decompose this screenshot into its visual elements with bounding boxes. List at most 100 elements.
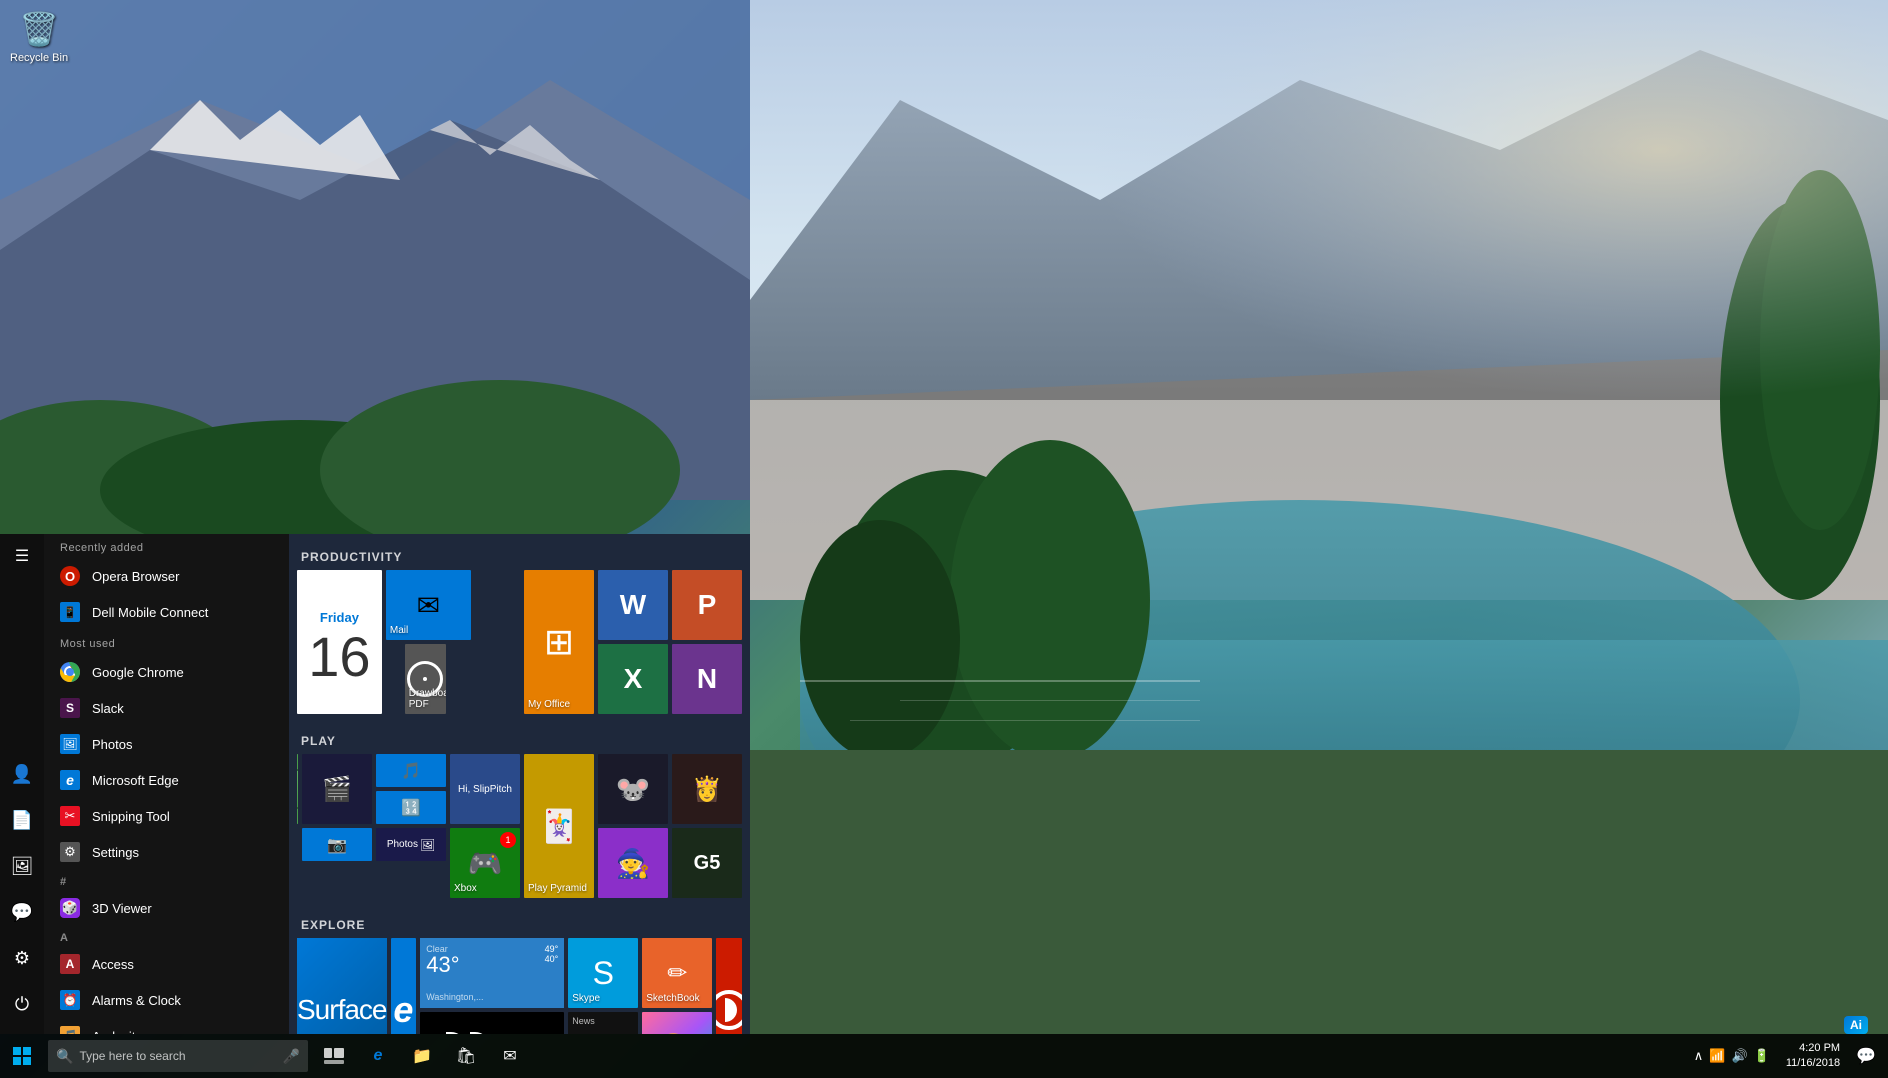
my-office-icon: ⊞: [524, 570, 594, 714]
bubble-witch-tile[interactable]: 🧙: [598, 828, 668, 898]
recently-added-dell[interactable]: 📱 Dell Mobile Connect: [44, 594, 289, 630]
edge-item[interactable]: e Microsoft Edge: [44, 762, 289, 798]
calculator-tile[interactable]: 🔢: [376, 791, 446, 824]
recycle-bin-icon[interactable]: 🗑️ Recycle Bin: [10, 10, 68, 64]
microphone-icon: 🎤: [283, 1048, 300, 1065]
network-icon[interactable]: 📶: [1709, 1048, 1725, 1064]
snipping-icon: ✂: [60, 806, 80, 826]
onenote-tile[interactable]: N: [672, 644, 742, 714]
play-pyramid-tile[interactable]: 🃏 Play Pyramid: [524, 754, 594, 898]
snipping-item[interactable]: ✂ Snipping Tool: [44, 798, 289, 834]
g5-bottom-tile[interactable]: G5: [672, 828, 742, 898]
photos-play-tile[interactable]: Photos 🖼: [376, 828, 446, 861]
mail-tile[interactable]: ✉ Mail: [386, 570, 471, 640]
taskbar-search[interactable]: 🔍 🎤: [48, 1040, 308, 1072]
play-section-label: Play: [297, 726, 742, 754]
groove-music-tile[interactable]: 🎵: [376, 754, 446, 787]
edge-taskbar-button[interactable]: e: [356, 1034, 400, 1078]
task-view-button[interactable]: [312, 1034, 356, 1078]
edge-explore-tile[interactable]: e Microsoft Edge: [391, 938, 417, 1034]
settings-sidebar-icon[interactable]: ⚙: [0, 936, 44, 980]
word-tile[interactable]: W: [598, 570, 668, 640]
hamburger-button[interactable]: ☰: [0, 534, 44, 578]
powerpoint-tile[interactable]: P: [672, 570, 742, 640]
chrome-icon: [60, 662, 80, 682]
weather-range: 49°40°: [545, 944, 559, 964]
recycle-bin-graphic: 🗑️: [19, 10, 59, 48]
skype-tile[interactable]: S Skype: [568, 938, 638, 1008]
edge-icon: e: [60, 770, 80, 790]
mail-taskbar-button[interactable]: ✉: [488, 1034, 532, 1078]
drawboard-tile[interactable]: Drawboard PDF: [405, 644, 446, 714]
disney-tile[interactable]: 🐭: [598, 754, 668, 824]
dolby-icon: DOLBY: [420, 1012, 564, 1034]
onenote-icon: N: [672, 644, 742, 714]
system-tray: ∧ 📶 🔊 🔋 4:20 PM 11/16/2018 💬: [1690, 1041, 1888, 1072]
recently-added-label: Recently added: [44, 534, 289, 558]
opera-large-icon: [716, 938, 742, 1034]
start-button[interactable]: [0, 1034, 44, 1078]
clock-date: 11/16/2018: [1786, 1056, 1840, 1071]
volume-icon[interactable]: 🔊: [1731, 1048, 1747, 1064]
store-button[interactable]: 🛍: [444, 1034, 488, 1078]
documents-icon[interactable]: 📄: [0, 798, 44, 842]
power-icon[interactable]: ⏻: [0, 982, 44, 1026]
recently-added-opera[interactable]: O Opera Browser: [44, 558, 289, 594]
clock-time: 4:20 PM: [1786, 1041, 1840, 1056]
photos-label: Photos: [92, 737, 132, 752]
surface-tile[interactable]: Surface: [297, 938, 387, 1034]
excel-icon: X: [598, 644, 668, 714]
slack-label: Slack: [92, 701, 124, 716]
start-menu: ☰ 👤 📄 🖼 💬 ⚙ ⏻ Recently added O Opera Bro…: [0, 534, 750, 1034]
chrome-item[interactable]: Google Chrome: [44, 654, 289, 690]
opera-large-tile[interactable]: Opera Browser: [716, 938, 742, 1034]
sketchbook-label: SketchBook: [646, 993, 699, 1004]
play-col4: 👸 G5: [672, 754, 742, 898]
weather-tile[interactable]: Clear 43° 49°40° Washington,...: [420, 938, 564, 1008]
3dviewer-item[interactable]: 🎲 3D Viewer: [44, 890, 289, 926]
slippitch-tile[interactable]: Hi, SlipPitch: [450, 754, 520, 824]
excel-tile[interactable]: X: [598, 644, 668, 714]
clock-display[interactable]: 4:20 PM 11/16/2018: [1778, 1041, 1848, 1072]
notification-icon[interactable]: 💬: [1852, 1046, 1880, 1066]
photos-item[interactable]: 🖼 Photos: [44, 726, 289, 762]
movies-tile[interactable]: 🎬: [302, 754, 372, 824]
drawboard-label: Drawboard PDF: [409, 688, 446, 710]
chat-icon[interactable]: 💬: [0, 890, 44, 934]
slack-item[interactable]: S Slack: [44, 690, 289, 726]
edge-explore-icon: e: [391, 938, 417, 1034]
alarms-label: Alarms & Clock: [92, 993, 181, 1008]
dolby-tile[interactable]: DOLBY: [420, 1012, 564, 1034]
productivity-section-label: Productivity: [297, 542, 742, 570]
play-pyramid-col: 🃏 Play Pyramid: [524, 754, 594, 898]
photos-icon: 🖼: [60, 734, 80, 754]
explore-tiles: Surface e Microsoft Edge Clear 43°: [297, 938, 742, 1034]
my-office-tile[interactable]: ⊞ My Office: [524, 570, 594, 714]
settings-item[interactable]: ⚙ Settings: [44, 834, 289, 870]
alarms-item[interactable]: ⏰ Alarms & Clock: [44, 982, 289, 1018]
explorer-button[interactable]: 📁: [400, 1034, 444, 1078]
news-tile[interactable]: News Abrams says she can't win Ga. race,…: [568, 1012, 638, 1034]
app-list-panel: Recently added O Opera Browser 📱 Dell Mo…: [44, 534, 289, 1034]
audacity-item[interactable]: 🎵 Audacity: [44, 1018, 289, 1034]
settings-label: Settings: [92, 845, 139, 860]
xbox-tile[interactable]: 🎮 1 Xbox: [450, 828, 520, 898]
news-sketch-row: News Abrams says she can't win Ga. race,…: [568, 1012, 638, 1034]
weather-dolby-col: Clear 43° 49°40° Washington,... DOLBY: [420, 938, 564, 1034]
xbox-badge: 1: [500, 832, 516, 848]
user-icon[interactable]: 👤: [0, 752, 44, 796]
access-item[interactable]: A Access: [44, 946, 289, 982]
paint3d-tile[interactable]: 🎨 Paint 3D: [642, 1012, 712, 1034]
pictures-icon[interactable]: 🖼: [0, 844, 44, 888]
calendar-tile[interactable]: Friday 16: [297, 570, 382, 714]
chevron-up-icon[interactable]: ∧: [1694, 1048, 1704, 1064]
chrome-label: Google Chrome: [92, 665, 184, 680]
battery-icon: 🔋: [1754, 1048, 1770, 1064]
minecraft-tile[interactable]: Minecraft: [297, 754, 298, 824]
search-input[interactable]: [79, 1049, 269, 1063]
sketchbook-tile[interactable]: ✏ SketchBook: [642, 938, 712, 1008]
g5-top-tile[interactable]: 👸: [672, 754, 742, 824]
camera-tile[interactable]: 📷: [302, 828, 372, 861]
surface-text: Surface: [297, 994, 387, 1026]
snipping-label: Snipping Tool: [92, 809, 170, 824]
